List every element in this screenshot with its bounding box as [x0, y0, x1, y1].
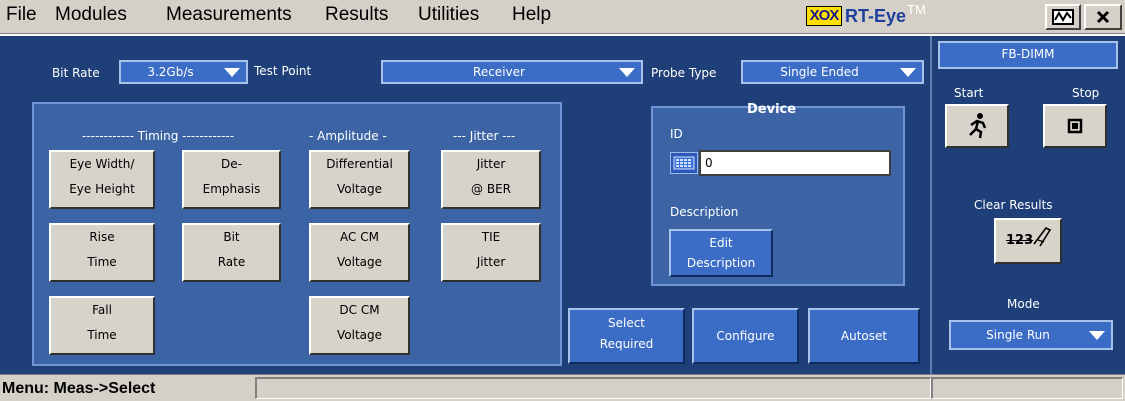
- ac-cm-voltage-button[interactable]: AC CM Voltage: [309, 223, 410, 282]
- amplitude-header: - Amplitude -: [309, 129, 387, 143]
- rise-time-button[interactable]: Rise Time: [49, 223, 155, 282]
- button-label: Emphasis: [202, 182, 261, 196]
- jitter-header: --- Jitter ---: [453, 129, 516, 143]
- menu-bar: File Modules Measurements Results Utilit…: [0, 0, 1125, 34]
- menu-results[interactable]: Results: [325, 4, 388, 26]
- start-label: Start: [954, 86, 984, 100]
- button-label: Fall: [92, 303, 112, 317]
- chevron-down-icon: [1089, 331, 1105, 340]
- button-label: @ BER: [471, 182, 511, 196]
- close-button[interactable]: [1084, 4, 1122, 30]
- status-message-field: [255, 377, 931, 399]
- test-point-label: Test Point: [254, 64, 312, 78]
- button-label: Jitter: [476, 157, 506, 171]
- dc-cm-voltage-button[interactable]: DC CM Voltage: [309, 296, 410, 355]
- eraser-icon: [1033, 226, 1052, 247]
- probe-type-label: Probe Type: [651, 66, 717, 80]
- timing-header: ------------ Timing ------------: [82, 129, 235, 143]
- button-label: Time: [87, 328, 117, 342]
- button-label: Required: [599, 337, 654, 351]
- test-point-dropdown[interactable]: Receiver: [381, 60, 643, 84]
- status-bar: Menu: Meas->Select: [0, 374, 1125, 401]
- bit-rate-button[interactable]: Bit Rate: [182, 223, 281, 282]
- select-required-button[interactable]: Select Required: [568, 308, 685, 364]
- jitter-at-ber-button[interactable]: Jitter @ BER: [441, 150, 541, 209]
- button-label: Eye Width/: [69, 157, 135, 171]
- keypad-button[interactable]: [670, 152, 698, 174]
- app-trademark: TM: [907, 2, 926, 17]
- menu-help[interactable]: Help: [512, 4, 551, 26]
- button-label: Edit: [709, 236, 733, 250]
- button-label: AC CM: [340, 230, 379, 244]
- bit-rate-label: Bit Rate: [52, 66, 100, 80]
- app-logo-text: XOX: [809, 7, 840, 24]
- edit-description-button[interactable]: Edit Description: [669, 229, 773, 277]
- status-text: Menu: Meas->Select: [2, 380, 156, 397]
- mode-dropdown[interactable]: Single Run: [949, 320, 1113, 350]
- run-control-panel: FB-DIMM Start Stop Clear Results 123 Mod…: [930, 36, 1125, 374]
- button-label: Description: [686, 256, 756, 270]
- fall-time-button[interactable]: Fall Time: [49, 296, 155, 355]
- device-title: Device: [747, 102, 797, 117]
- stop-button[interactable]: [1043, 104, 1107, 148]
- keypad-icon: [673, 156, 695, 170]
- stop-icon: [1067, 118, 1083, 134]
- scope-icon: [1052, 9, 1074, 25]
- start-button[interactable]: [945, 104, 1009, 148]
- button-label: Bit: [223, 230, 240, 244]
- button-label: Voltage: [336, 182, 382, 196]
- mode-label: Mode: [1007, 297, 1040, 311]
- autoset-button[interactable]: Autoset: [808, 308, 920, 364]
- probe-type-dropdown[interactable]: Single Ended: [741, 60, 924, 84]
- app-title: RT-Eye: [845, 6, 907, 26]
- menu-modules[interactable]: Modules: [55, 4, 127, 26]
- chevron-down-icon: [224, 68, 240, 77]
- measurement-panel: Bit Rate 3.2Gb/s Test Point Receiver Pro…: [0, 36, 930, 374]
- probe-type-value: Single Ended: [780, 65, 859, 79]
- eye-width-height-button[interactable]: Eye Width/ Eye Height: [49, 150, 155, 209]
- differential-voltage-button[interactable]: Differential Voltage: [309, 150, 410, 209]
- menu-utilities[interactable]: Utilities: [418, 4, 479, 26]
- device-id-label: ID: [670, 127, 683, 141]
- button-label: Differential: [326, 157, 393, 171]
- test-point-value: Receiver: [473, 65, 525, 79]
- description-label: Description: [670, 205, 739, 219]
- mode-value: Single Run: [986, 328, 1050, 342]
- button-label: Time: [87, 255, 117, 269]
- bit-rate-value: 3.2Gb/s: [147, 65, 194, 79]
- menu-file[interactable]: File: [6, 4, 37, 26]
- button-label: De-: [221, 157, 242, 171]
- de-emphasis-button[interactable]: De- Emphasis: [182, 150, 281, 209]
- button-label: Select: [607, 316, 646, 330]
- configure-button[interactable]: Configure: [692, 308, 799, 364]
- status-secondary-field: [931, 377, 1123, 399]
- close-icon: [1096, 10, 1110, 24]
- device-id-input[interactable]: 0: [699, 150, 891, 176]
- stop-label: Stop: [1072, 86, 1100, 100]
- button-label: Voltage: [336, 328, 382, 342]
- module-name: FB-DIMM: [938, 41, 1118, 69]
- button-label: Voltage: [336, 255, 382, 269]
- button-label: DC CM: [339, 303, 380, 317]
- menu-measurements[interactable]: Measurements: [166, 4, 292, 26]
- running-man-icon: [969, 113, 987, 139]
- app-logo: XOX: [806, 6, 842, 26]
- button-label: Rise: [89, 230, 115, 244]
- button-label: TIE: [481, 230, 501, 244]
- clear-results-label: Clear Results: [974, 198, 1053, 212]
- button-label: Rate: [217, 255, 246, 269]
- bit-rate-dropdown[interactable]: 3.2Gb/s: [119, 60, 248, 84]
- scope-toggle-button[interactable]: [1045, 4, 1081, 30]
- tie-jitter-button[interactable]: TIE Jitter: [441, 223, 541, 282]
- chevron-down-icon: [900, 68, 916, 77]
- button-label: Eye Height: [69, 182, 135, 196]
- chevron-down-icon: [619, 68, 635, 77]
- clear-results-button[interactable]: 123: [994, 218, 1062, 264]
- button-label: Jitter: [476, 255, 506, 269]
